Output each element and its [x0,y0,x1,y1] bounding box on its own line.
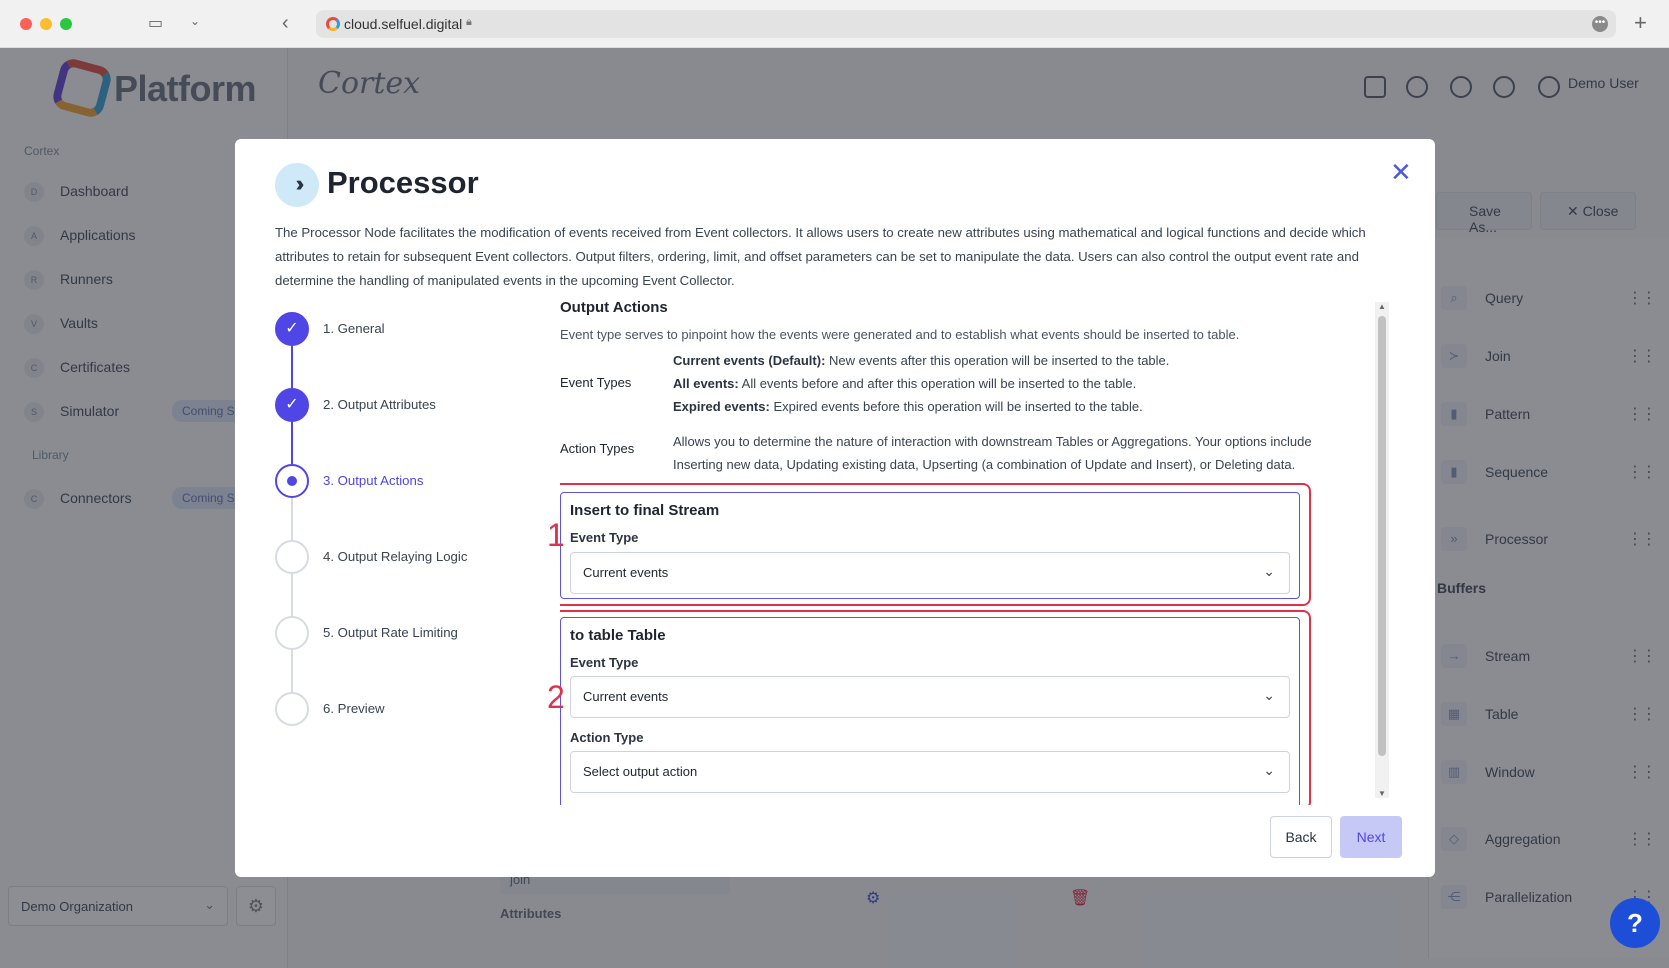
content-scrollbar[interactable]: ▲ ▼ [1375,302,1389,798]
step-output-attributes[interactable]: ✓ 2. Output Attributes [275,388,535,422]
event-type-text: All events before and after this operati… [738,376,1137,391]
close-window-button[interactable] [20,18,32,30]
step-connector [291,422,293,464]
action-types-description: Allows you to determine the nature of in… [673,434,1312,472]
card-title: to table Table [570,627,666,644]
step-connector [291,498,293,540]
step-output-relaying-logic[interactable]: 4. Output Relaying Logic [275,540,535,574]
double-chevron-right-icon: ›› [275,163,319,207]
chevron-down-icon: ⌄ [1263,687,1275,703]
step-label: 2. Output Attributes [323,397,436,412]
select-value: Current events [583,565,669,580]
event-type-text: Expired events before this operation wil… [769,399,1143,414]
event-type-name: Current events (Default): [673,353,826,368]
pending-step-icon [275,692,309,726]
pending-step-icon [275,616,309,650]
help-fab-button[interactable]: ? [1610,898,1660,948]
chevron-down-icon: ⌄ [1263,563,1275,579]
event-type-text: New events after this operation will be … [825,353,1170,368]
event-type-name: Expired events: [673,399,770,414]
browser-chrome: ▭ ⌄ ‹ cloud.selfuel.digital 🔒︎ ••• + [0,0,1669,48]
url-text: cloud.selfuel.digital [344,16,463,32]
table-output-card: to table Table Event Type Current events… [560,617,1300,805]
scrollbar-thumb[interactable] [1378,316,1386,756]
step-output-rate-limiting[interactable]: 5. Output Rate Limiting [275,616,535,650]
event-type-select[interactable]: Current events ⌄ [570,552,1290,594]
step-content: Output Actions Event type serves to pinp… [560,299,1350,805]
step-label: 4. Output Relaying Logic [323,549,468,564]
maximize-window-button[interactable] [60,18,72,30]
step-connector [291,574,293,616]
stream-output-card: Insert to final Stream Event Type Curren… [560,492,1300,599]
step-label: 3. Output Actions [323,473,424,488]
action-type-select[interactable]: Select output action ⌄ [570,751,1290,793]
step-connector [291,650,293,692]
modal-title: Processor [327,165,479,200]
scroll-up-icon[interactable]: ▲ [1378,302,1386,311]
step-label: 1. General [323,321,385,336]
event-type-all: All events: All events before and after … [673,376,1136,391]
event-type-label: Event Type [570,530,639,545]
sidebar-toggle-icon[interactable]: ▭ [148,13,163,33]
step-general[interactable]: ✓ 1. General [275,312,535,346]
section-subtitle: Event type serves to pinpoint how the ev… [560,327,1240,342]
select-value: Select output action [583,764,698,779]
event-type-name: All events: [673,376,739,391]
processor-modal: ›› Processor ✕ The Processor Node facili… [235,139,1435,877]
chevron-down-icon[interactable]: ⌄ [190,14,200,28]
close-icon[interactable]: ✕ [1390,157,1412,188]
check-icon: ✓ [275,388,309,422]
event-type-select[interactable]: Current events ⌄ [570,676,1290,718]
pending-step-icon [275,540,309,574]
select-value: Current events [583,689,669,704]
annotation-number-1: 1 [547,517,565,553]
modal-description: The Processor Node facilitates the modif… [275,225,1366,288]
site-favicon-icon [326,17,340,31]
address-bar[interactable]: cloud.selfuel.digital 🔒︎ ••• [316,10,1616,38]
card-title: Insert to final Stream [570,502,720,519]
step-connector [291,346,293,388]
step-label: 5. Output Rate Limiting [323,625,458,640]
scroll-down-icon[interactable]: ▼ [1378,789,1386,798]
back-button[interactable]: Back [1270,816,1332,858]
chevron-down-icon: ⌄ [1263,762,1275,778]
section-title: Output Actions [560,299,668,316]
step-preview[interactable]: 6. Preview [275,692,535,726]
back-arrow-icon[interactable]: ‹ [282,12,289,35]
step-output-actions[interactable]: 3. Output Actions [275,464,535,498]
minimize-window-button[interactable] [40,18,52,30]
event-type-expired: Expired events: Expired events before th… [673,399,1143,414]
more-icon[interactable]: ••• [1592,16,1608,32]
lock-icon: 🔒︎ [466,16,472,28]
new-tab-icon[interactable]: + [1634,10,1647,36]
active-step-icon [275,464,309,498]
check-icon: ✓ [275,312,309,346]
stepper: ✓ 1. General ✓ 2. Output Attributes 3. O… [275,312,535,732]
action-types-key: Action Types [560,441,635,456]
event-type-current: Current events (Default): New events aft… [673,353,1169,368]
event-types-key: Event Types [560,375,632,390]
event-type-label: Event Type [570,655,639,670]
step-label: 6. Preview [323,701,385,716]
annotation-number-2: 2 [547,679,565,715]
next-button[interactable]: Next [1340,816,1402,858]
action-type-label: Action Type [570,730,644,745]
